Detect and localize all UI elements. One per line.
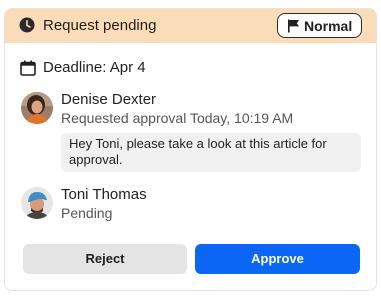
avatar — [21, 187, 53, 219]
approver-name: Toni Thomas — [61, 186, 147, 203]
reject-button[interactable]: Reject — [23, 244, 187, 274]
requester-name: Denise Dexter — [61, 91, 157, 108]
flag-icon — [288, 19, 299, 33]
approval-request-card: Request pending Normal Deadline: Apr 4 D… — [4, 8, 377, 291]
priority-badge[interactable]: Normal — [277, 13, 362, 38]
request-comment: Hey Toni, please take a look at this art… — [61, 133, 361, 172]
status-label: Request pending — [43, 17, 157, 34]
status-header: Request pending Normal — [5, 9, 376, 43]
requester-action: Requested approval Today, 10:19 AM — [61, 110, 294, 126]
deadline-label: Deadline: Apr 4 — [43, 59, 146, 76]
clock-icon — [19, 17, 35, 33]
priority-label: Normal — [304, 18, 353, 34]
avatar — [21, 92, 53, 124]
calendar-icon — [20, 60, 36, 76]
approve-button[interactable]: Approve — [195, 244, 360, 274]
approver-status: Pending — [61, 205, 113, 221]
